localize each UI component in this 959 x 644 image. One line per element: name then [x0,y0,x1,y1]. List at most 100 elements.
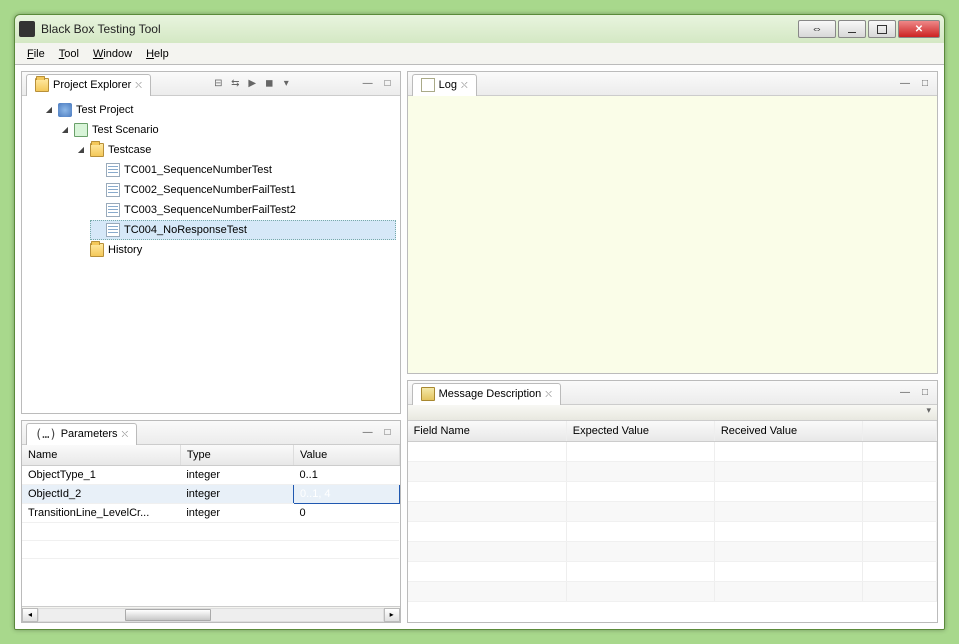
param-value[interactable]: 0 [293,504,399,523]
log-body[interactable] [408,96,937,373]
link-editor-icon[interactable]: ⇆ [228,77,242,91]
maximize-pane-icon[interactable]: □ [917,76,933,92]
table-row[interactable] [408,582,937,602]
run-icon[interactable]: ▶ [245,77,259,91]
message-toolbar[interactable] [408,405,937,421]
menu-file[interactable]: File [21,46,51,62]
maximize-pane-icon[interactable]: □ [917,385,933,401]
scroll-left-button[interactable]: ◂ [22,608,38,622]
params-col-type[interactable]: Type [180,445,293,466]
param-value-editing[interactable]: 0..1, 4 [293,485,399,504]
tree-history-label: History [108,241,142,259]
table-row[interactable] [408,522,937,542]
tree-item-label: TC002_SequenceNumberFailTest1 [124,181,296,199]
scroll-thumb[interactable] [125,609,211,621]
param-type[interactable]: integer [180,485,293,504]
project-icon [58,103,72,117]
file-icon [106,163,120,177]
parameters-tab[interactable]: (…) Parameters ⛌ [26,423,137,445]
minimize-pane-icon[interactable]: — [897,385,913,401]
log-tab[interactable]: Log ⛌ [412,74,477,96]
message-description-pane: Message Description ⛌ — □ Field Name [407,380,938,623]
param-type[interactable]: integer [180,504,293,523]
tree-item-label: TC003_SequenceNumberFailTest2 [124,201,296,219]
tree-item-label: TC004_NoResponseTest [124,221,247,239]
log-tabbar: Log ⛌ — □ [408,72,937,96]
minimize-pane-icon[interactable]: — [897,76,913,92]
tab-close-x: ⛌ [461,80,468,91]
param-name[interactable]: ObjectId_2 [22,485,180,504]
table-row[interactable] [22,541,399,559]
menu-tool[interactable]: Tool [53,46,85,62]
project-explorer-pane: Project Explorer ⛌ ⊟ ⇆ ▶ ◼ ▾ — □ [21,71,401,414]
minimize-pane-icon[interactable]: — [360,425,376,441]
app-window: Black Box Testing Tool File Tool Window … [14,14,945,630]
maximize-pane-icon[interactable]: □ [380,76,396,92]
expander-icon[interactable]: ◢ [44,105,54,115]
spacer [76,245,86,255]
log-tab-label: Log [439,79,457,91]
table-row[interactable]: TransitionLine_LevelCr... integer 0 [22,504,399,523]
pane-controls: — □ [360,76,396,92]
table-row[interactable] [408,442,937,462]
parameters-icon: (…) [35,427,57,441]
stop-icon[interactable]: ◼ [262,77,276,91]
tree-testcase-folder[interactable]: ◢ Testcase [74,140,396,160]
tab-close-x: ⛌ [135,80,142,91]
params-col-name[interactable]: Name [22,445,180,466]
table-row[interactable] [408,562,937,582]
table-row[interactable] [408,462,937,482]
param-name[interactable]: ObjectType_1 [22,466,180,485]
client-area: Project Explorer ⛌ ⊟ ⇆ ▶ ◼ ▾ — □ [15,65,944,629]
msg-col-expected[interactable]: Expected Value [566,421,714,442]
view-menu-icon[interactable]: ▾ [279,77,293,91]
tree-scenario[interactable]: ◢ Test Scenario [58,120,396,140]
restore-button[interactable] [798,20,836,38]
tree-item-tc004[interactable]: TC004_NoResponseTest [90,220,396,240]
horizontal-scrollbar[interactable]: ◂ ▸ [22,606,400,622]
table-row[interactable] [408,542,937,562]
scroll-right-button[interactable]: ▸ [384,608,400,622]
close-button[interactable] [898,20,940,38]
project-explorer-tab[interactable]: Project Explorer ⛌ [26,74,151,96]
parameters-table[interactable]: Name Type Value ObjectType_1 integer 0..… [22,445,400,559]
tree-history-folder[interactable]: History [74,240,396,260]
msg-col-received[interactable]: Received Value [714,421,862,442]
msg-col-blank [862,421,936,442]
maximize-pane-icon[interactable]: □ [380,425,396,441]
spacer [92,165,102,175]
scroll-track[interactable] [38,608,384,622]
param-type[interactable]: integer [180,466,293,485]
table-row[interactable]: ObjectId_2 integer 0..1, 4 [22,485,399,504]
project-tree[interactable]: ◢ Test Project ◢ Test Scenario [22,96,400,413]
tree-root-label: Test Project [76,101,133,119]
tree-item-tc003[interactable]: TC003_SequenceNumberFailTest2 [90,200,396,220]
minimize-button[interactable] [838,20,866,38]
table-row[interactable] [408,502,937,522]
tree-item-tc002[interactable]: TC002_SequenceNumberFailTest1 [90,180,396,200]
message-table[interactable]: Field Name Expected Value Received Value [408,421,937,602]
param-value[interactable]: 0..1 [293,466,399,485]
scenario-icon [74,123,88,137]
window-title: Black Box Testing Tool [41,22,798,36]
message-table-wrap: Field Name Expected Value Received Value [408,421,937,622]
tree-scenario-label: Test Scenario [92,121,159,139]
msg-col-field[interactable]: Field Name [408,421,567,442]
tree-root-project[interactable]: ◢ Test Project [42,100,396,120]
folder-open-icon [35,78,49,92]
table-row[interactable]: ObjectType_1 integer 0..1 [22,466,399,485]
menu-help-label: elp [154,48,169,60]
param-name[interactable]: TransitionLine_LevelCr... [22,504,180,523]
tree-item-tc001[interactable]: TC001_SequenceNumberTest [90,160,396,180]
expander-icon[interactable]: ◢ [76,145,86,155]
params-col-value[interactable]: Value [293,445,399,466]
menu-help[interactable]: Help [140,46,175,62]
minimize-pane-icon[interactable]: — [360,76,376,92]
table-row[interactable] [408,482,937,502]
maximize-button[interactable] [868,20,896,38]
menu-window[interactable]: Window [87,46,138,62]
table-row[interactable] [22,523,399,541]
expander-icon[interactable]: ◢ [60,125,70,135]
collapse-all-icon[interactable]: ⊟ [211,77,225,91]
message-tab[interactable]: Message Description ⛌ [412,383,561,405]
